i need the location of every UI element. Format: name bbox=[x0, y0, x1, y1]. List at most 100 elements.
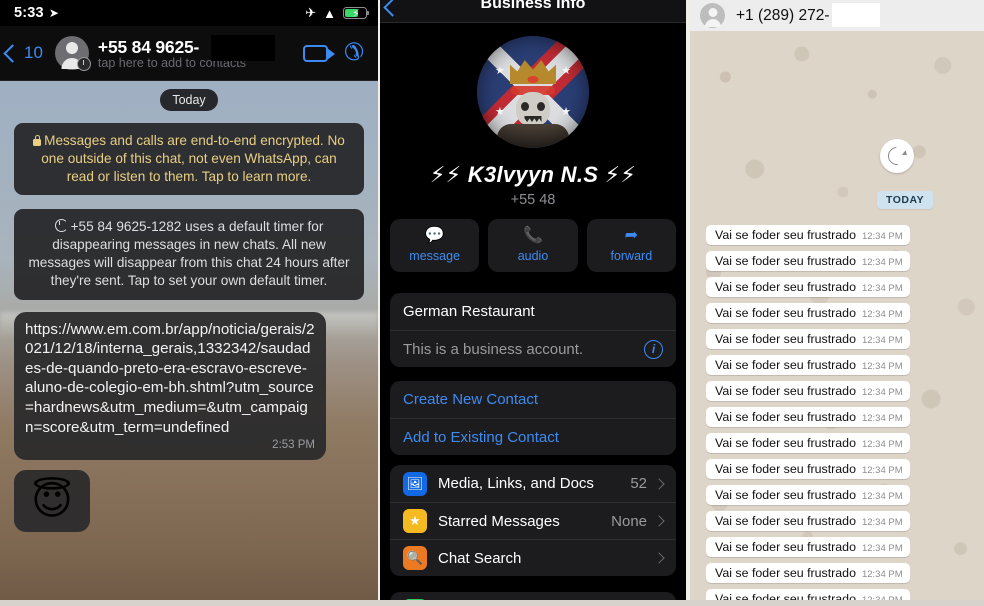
message-timestamp: 12:34 PM bbox=[861, 231, 903, 242]
message-timestamp: 12:34 PM bbox=[861, 283, 903, 294]
message-bubble-url[interactable]: https://www.em.com.br/app/noticia/gerais… bbox=[14, 311, 326, 461]
left-chat-panel: 5:33 ➤ ✈ ▲ ⚡ 10 +55 84 9625- tap here to bbox=[0, 0, 378, 606]
message-text: https://www.em.com.br/app/noticia/gerais… bbox=[25, 320, 315, 436]
message-text: Vai se foder seu frustrado bbox=[715, 540, 856, 554]
message-text: Vai se foder seu frustrado bbox=[715, 514, 856, 528]
left-chat-header: 10 +55 84 9625- tap here to add to conta… bbox=[0, 26, 378, 81]
message-timestamp: 12:34 PM bbox=[861, 413, 903, 424]
message-bubble[interactable]: Vai se foder seu frustrado 12:34 PM bbox=[706, 407, 910, 427]
battery-charging-icon: ⚡ bbox=[343, 7, 370, 20]
contact-avatar-placeholder-icon bbox=[65, 42, 78, 54]
contact-name-block[interactable]: +55 84 9625- tap here to add to contacts bbox=[98, 34, 303, 70]
ios-status-bar: 5:33 ➤ ✈ ▲ ⚡ bbox=[0, 0, 378, 26]
media-links-card: 🖼 Media, Links, and Docs 52 ★ Starred Me… bbox=[390, 465, 676, 576]
back-button[interactable]: 10 bbox=[3, 43, 43, 63]
forward-button-label: forward bbox=[610, 249, 653, 263]
message-bubble[interactable]: Vai se foder seu frustrado 12:34 PM bbox=[706, 485, 910, 505]
status-bar-left: 5:33 ➤ bbox=[14, 5, 59, 21]
chat-search-label: Chat Search bbox=[438, 549, 522, 567]
disappearing-messages-timer-icon bbox=[76, 57, 91, 71]
message-bubble[interactable]: Vai se foder seu frustrado 12:34 PM bbox=[706, 355, 910, 375]
message-button[interactable]: 💬 message bbox=[390, 219, 480, 272]
contact-name[interactable]: +1 (289) 272- bbox=[736, 2, 880, 27]
profile-hero: ★ ★ ★ ★ ⚡⚡ K3lvyyn N.S ⚡⚡ +55 48 bbox=[380, 22, 686, 208]
starred-messages-row[interactable]: ★ Starred Messages None bbox=[390, 502, 676, 539]
message-bubble[interactable]: Vai se foder seu frustrado 12:34 PM bbox=[706, 329, 910, 349]
star-icon: ★ bbox=[403, 509, 427, 533]
angel-emoji-icon: 😇 bbox=[31, 479, 73, 524]
video-call-icon[interactable] bbox=[302, 44, 335, 62]
encryption-notice-bubble[interactable]: Messages and calls are end-to-end encryp… bbox=[14, 123, 364, 196]
redaction-block bbox=[832, 2, 880, 27]
avatar[interactable]: ★ ★ ★ ★ bbox=[477, 36, 589, 148]
chevron-right-icon bbox=[653, 515, 665, 527]
message-timestamp: 12:34 PM bbox=[861, 257, 903, 268]
message-bubble-emoji[interactable]: 😇 bbox=[14, 470, 90, 533]
audio-button[interactable]: 📞 audio bbox=[488, 219, 578, 272]
message-text: Vai se foder seu frustrado bbox=[715, 410, 856, 424]
audio-button-label: audio bbox=[517, 249, 549, 263]
chat-search-row[interactable]: 🔍 Chat Search bbox=[390, 539, 676, 576]
message-text: Vai se foder seu frustrado bbox=[715, 436, 856, 450]
message-bubble[interactable]: Vai se foder seu frustrado 12:34 PM bbox=[706, 563, 910, 583]
message-text: Vai se foder seu frustrado bbox=[715, 488, 856, 502]
right-chat-panel: +1 (289) 272- TODAY Vai se foder seu fru… bbox=[690, 0, 984, 606]
voice-call-icon[interactable]: ✆ bbox=[344, 39, 364, 66]
chat-bubble-icon: 💬 bbox=[424, 227, 445, 244]
create-new-contact-label: Create New Contact bbox=[403, 391, 539, 408]
avatar[interactable] bbox=[54, 36, 91, 71]
media-links-docs-label: Media, Links, and Docs bbox=[438, 475, 594, 492]
message-bubble[interactable]: Vai se foder seu frustrado 12:34 PM bbox=[706, 381, 910, 401]
business-description-row[interactable]: This is a business account. i bbox=[390, 330, 676, 367]
media-links-docs-row[interactable]: 🖼 Media, Links, and Docs 52 bbox=[390, 465, 676, 502]
page-title: Business Info bbox=[480, 0, 586, 12]
airplane-mode-icon: ✈ bbox=[305, 5, 317, 20]
message-bubble[interactable]: Vai se foder seu frustrado 12:34 PM bbox=[706, 537, 910, 557]
message-text: Vai se foder seu frustrado bbox=[715, 462, 856, 476]
message-text: Vai se foder seu frustrado bbox=[715, 358, 856, 372]
avatar[interactable] bbox=[700, 3, 725, 28]
profile-phone: +55 48 bbox=[510, 192, 556, 208]
business-category-row[interactable]: German Restaurant bbox=[390, 293, 676, 330]
add-to-existing-contact-label: Add to Existing Contact bbox=[403, 428, 559, 446]
message-bubble[interactable]: Vai se foder seu frustrado 12:34 PM bbox=[706, 303, 910, 323]
left-message-list: Today Messages and calls are end-to-end … bbox=[0, 81, 378, 606]
message-timestamp: 12:34 PM bbox=[861, 569, 903, 580]
message-bubble[interactable]: Vai se foder seu frustrado 12:34 PM bbox=[706, 511, 910, 531]
search-icon: 🔍 bbox=[403, 546, 427, 570]
message-timestamp: 12:34 PM bbox=[861, 439, 903, 450]
disappearing-timer-notice-bubble[interactable]: +55 84 9625-1282 uses a default timer fo… bbox=[14, 209, 364, 300]
forward-arrow-icon: ➦ bbox=[624, 227, 639, 244]
screenshot-stage: 5:33 ➤ ✈ ▲ ⚡ 10 +55 84 9625- tap here to bbox=[0, 0, 984, 606]
business-details-card: German Restaurant This is a business acc… bbox=[390, 293, 676, 367]
message-bubble[interactable]: Vai se foder seu frustrado 12:34 PM bbox=[706, 459, 910, 479]
create-new-contact-button[interactable]: Create New Contact bbox=[390, 381, 676, 418]
contact-name-text: +1 (289) 272- bbox=[736, 6, 830, 24]
chevron-right-icon bbox=[653, 477, 665, 490]
add-to-existing-contact-button[interactable]: Add to Existing Contact bbox=[390, 418, 676, 455]
message-text: Vai se foder seu frustrado bbox=[715, 228, 856, 242]
message-bubble[interactable]: Vai se foder seu frustrado 12:34 PM bbox=[706, 251, 910, 271]
contact-avatar-placeholder-icon bbox=[708, 8, 717, 17]
right-chat-header: +1 (289) 272- bbox=[690, 0, 984, 31]
message-timestamp: 12:34 PM bbox=[861, 387, 903, 398]
forward-button[interactable]: ➦ forward bbox=[586, 219, 676, 272]
business-category-label: German Restaurant bbox=[403, 303, 535, 320]
phone-icon: 📞 bbox=[523, 227, 543, 244]
message-text: Vai se foder seu frustrado bbox=[715, 566, 856, 580]
redaction-block bbox=[210, 34, 275, 61]
message-bubble[interactable]: Vai se foder seu frustrado 12:34 PM bbox=[706, 277, 910, 297]
profile-action-row: 💬 message 📞 audio ➦ forward bbox=[380, 219, 686, 272]
bottom-bar bbox=[0, 600, 984, 606]
starred-messages-label: Starred Messages bbox=[438, 512, 560, 530]
chevron-left-icon bbox=[3, 43, 22, 63]
message-bubble[interactable]: Vai se foder seu frustrado 12:34 PM bbox=[706, 433, 910, 453]
message-bubble[interactable]: Vai se foder seu frustrado 12:34 PM bbox=[706, 225, 910, 245]
message-text: Vai se foder seu frustrado bbox=[715, 332, 856, 346]
message-timestamp: 12:34 PM bbox=[861, 543, 903, 554]
encryption-notice-text: Messages and calls are end-to-end encryp… bbox=[41, 133, 345, 185]
info-circle-icon[interactable]: i bbox=[644, 339, 663, 359]
business-info-navbar: Business Info bbox=[380, 0, 686, 23]
right-message-list: Vai se foder seu frustrado 12:34 PM Vai se… bbox=[690, 31, 984, 606]
message-text: Vai se foder seu frustrado bbox=[715, 280, 856, 294]
